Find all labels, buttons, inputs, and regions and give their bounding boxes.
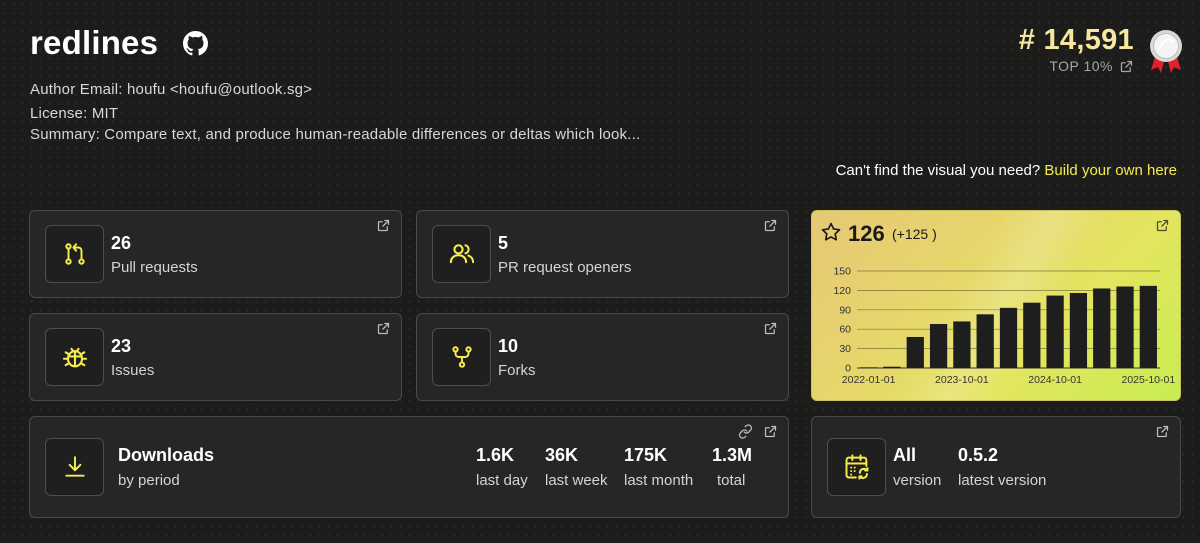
external-link-icon[interactable] — [763, 424, 778, 439]
rank-block[interactable]: # 14,591 TOP 10% — [1019, 24, 1134, 74]
external-link-icon[interactable] — [376, 321, 391, 336]
users-icon-box — [432, 225, 491, 283]
download-icon — [64, 456, 85, 477]
stars-chart: 0 30 60 90 120 150 2022-01-01 2023-10-01 2024-10… — [833, 266, 1175, 387]
forks-count: 10 — [498, 336, 519, 356]
chart-y-tick-label: 60 — [839, 324, 851, 336]
chart-bar — [906, 336, 924, 368]
link-icon[interactable] — [738, 424, 753, 439]
downloads-subtitle: by period — [118, 472, 180, 489]
external-link-icon[interactable] — [1119, 59, 1134, 74]
author-email: Author Email: houfu <houfu@outlook.sg> — [30, 81, 313, 98]
downloads-last-week-label: last week — [545, 472, 608, 489]
downloads-last-day-value: 1.6K — [476, 445, 515, 465]
latest-version-value: 0.5.2 — [958, 445, 999, 465]
cta-text: Can't find the visual you need? — [835, 162, 1041, 179]
forks-label: Forks — [498, 362, 536, 379]
bug-icon — [62, 347, 87, 368]
external-link-icon[interactable] — [376, 218, 391, 233]
pr-openers-count: 5 — [498, 233, 509, 253]
chart-bar — [1116, 286, 1134, 368]
bug-icon-box — [45, 328, 104, 386]
chart-bar — [1093, 288, 1111, 368]
version-all-value: All — [893, 445, 917, 465]
pull-requests-count: 26 — [111, 233, 132, 253]
fork-icon — [451, 346, 472, 368]
pull-requests-card[interactable]: 26 Pull requests — [29, 210, 402, 298]
issues-count: 23 — [111, 336, 132, 356]
license: License: MIT — [30, 105, 119, 122]
calendar-refresh-icon — [845, 454, 868, 480]
chart-bar — [1069, 292, 1088, 368]
rank-value: # 14,591 — [1018, 24, 1134, 56]
chart-bar — [976, 314, 994, 368]
medal-icon — [1150, 30, 1182, 73]
pull-request-icon — [64, 243, 85, 265]
calendar-refresh-icon-box — [827, 438, 886, 496]
chart-bar — [953, 321, 971, 368]
chart-bar — [999, 307, 1018, 368]
chart-bar — [1023, 302, 1041, 368]
page-title: redlines — [30, 24, 159, 61]
pr-openers-label: PR request openers — [498, 259, 632, 276]
chart-bar — [883, 366, 901, 368]
chart-x-tick-label: 2024-10-01 — [1028, 374, 1082, 386]
downloads-total-value: 1.3M — [712, 445, 753, 465]
cta: Can't find the visual you need? Build yo… — [836, 162, 1177, 179]
stars-chart-card[interactable]: 126 (+125 ) 0 30 60 90 120 150 2022-01-01 2023-… — [811, 210, 1181, 401]
summary: Summary: Compare text, and produce human… — [30, 126, 641, 143]
chart-x-tick-label: 2025-10-01 — [1121, 374, 1175, 386]
chart-bar — [860, 367, 878, 368]
chart-y-tick-label: 0 — [845, 363, 851, 375]
chart-bar — [929, 324, 948, 368]
latest-version-label: latest version — [958, 472, 1047, 489]
downloads-card[interactable]: Downloads by period 1.6K last day 36K la… — [29, 416, 789, 518]
chart-y-tick-label: 120 — [833, 285, 851, 297]
external-link-icon[interactable] — [1155, 424, 1170, 439]
download-icon-box — [45, 438, 104, 496]
chart-y-tick-label: 150 — [833, 266, 851, 278]
chart-x-tick-label: 2023-10-01 — [935, 374, 989, 386]
pull-requests-label: Pull requests — [111, 259, 198, 276]
chart-y-tick-label: 90 — [839, 304, 851, 316]
build-your-own-link[interactable]: Build your own here — [1044, 162, 1177, 179]
users-icon — [449, 244, 474, 264]
downloads-last-week-value: 36K — [545, 445, 579, 465]
version-card[interactable]: All version 0.5.2 latest version — [811, 416, 1181, 518]
downloads-last-month-value: 175K — [624, 445, 668, 465]
chart-x-tick-label: 2022-01-01 — [842, 374, 896, 386]
chart-y-tick-label: 30 — [839, 343, 851, 355]
rank-label: TOP 10% — [1049, 58, 1113, 74]
chart-bar — [1139, 285, 1157, 368]
pr-openers-card[interactable]: 5 PR request openers — [416, 210, 789, 298]
downloads-title: Downloads — [118, 445, 215, 465]
issues-card[interactable]: 23 Issues — [29, 313, 402, 401]
pull-request-icon-box — [45, 225, 104, 283]
downloads-last-day-label: last day — [476, 472, 528, 489]
issues-label: Issues — [111, 362, 155, 379]
forks-card[interactable]: 10 Forks — [416, 313, 789, 401]
fork-icon-box — [432, 328, 491, 386]
external-link-icon[interactable] — [763, 321, 778, 336]
version-all-label: version — [893, 472, 942, 489]
chart-bar — [1046, 295, 1064, 368]
downloads-total-label: total — [717, 472, 746, 489]
downloads-last-month-label: last month — [624, 472, 694, 489]
github-icon[interactable] — [183, 31, 208, 56]
external-link-icon[interactable] — [763, 218, 778, 233]
